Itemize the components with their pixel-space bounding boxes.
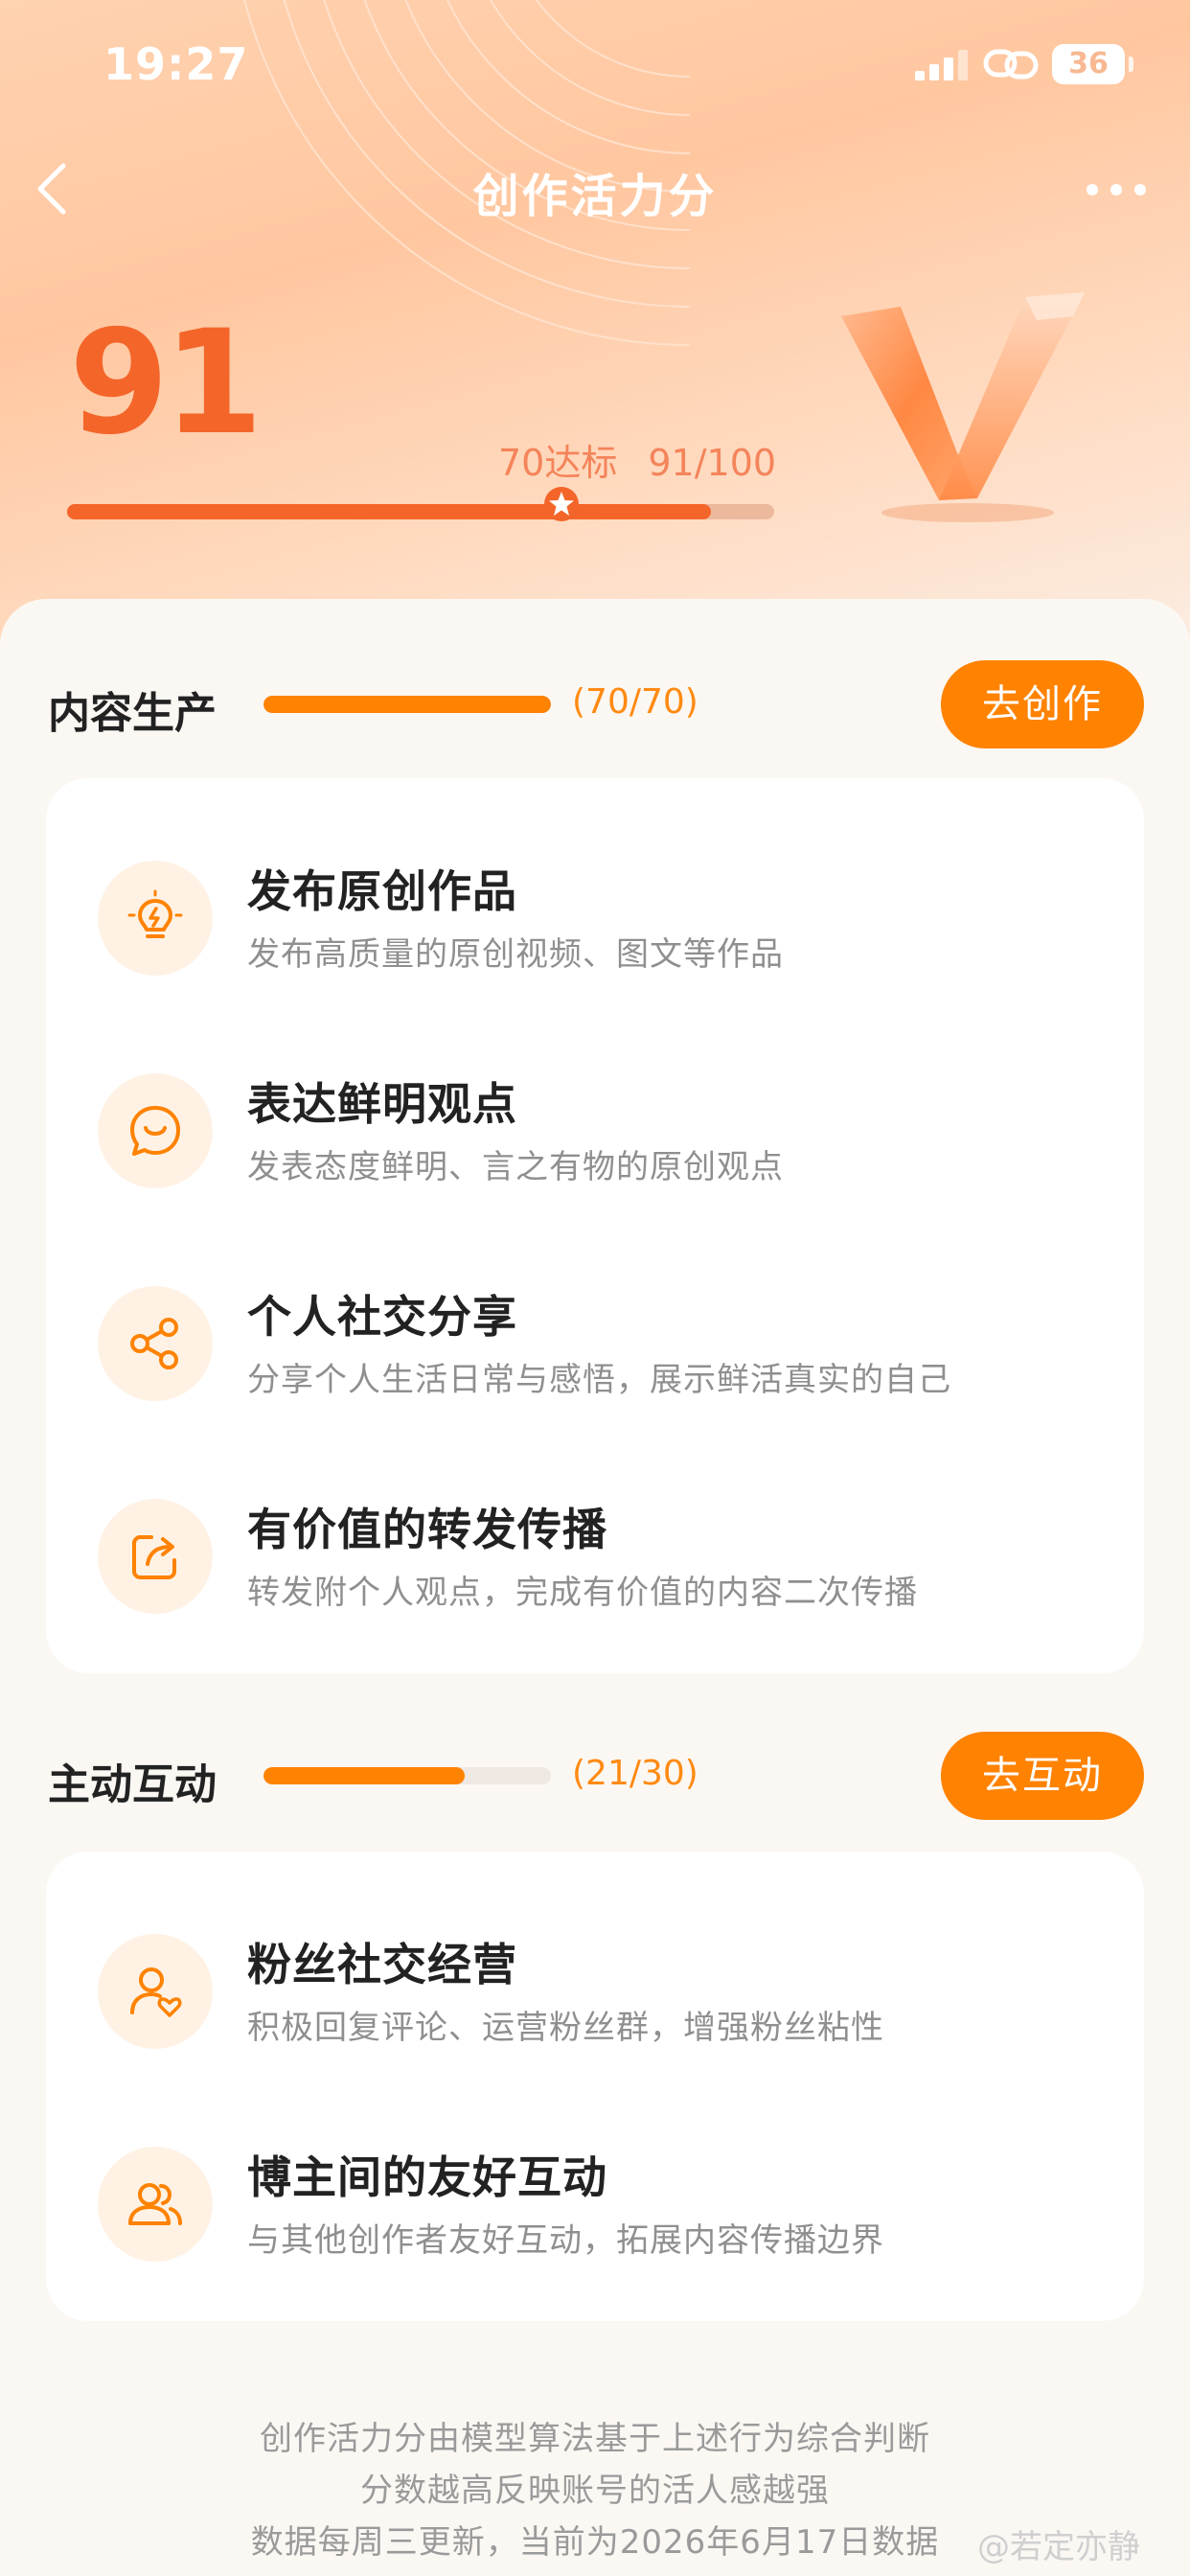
item-description: 积极回复评论、运营粉丝群，增强粉丝粘性 [247, 2009, 884, 2047]
share-icon [130, 1318, 178, 1369]
section-count-interaction: (21/30) [572, 1754, 698, 1793]
list-item[interactable]: 有价值的转发传播 转发附个人观点，完成有价值的内容二次传播 [46, 1474, 1144, 1646]
user-heart-icon [130, 1967, 182, 2017]
score-value: 91 [69, 300, 263, 467]
list-item[interactable]: 博主间的友好互动 与其他创作者友好互动，拓展内容传播边界 [46, 2122, 1144, 2294]
section-progress-interaction [263, 1767, 551, 1784]
item-description: 转发附个人观点，完成有价值的内容二次传播 [247, 1574, 918, 1612]
list-item[interactable]: 粉丝社交经营 积极回复评论、运营粉丝群，增强粉丝粘性 [46, 1909, 1144, 2082]
battery-indicator: 36 [1052, 44, 1133, 84]
page-title: 创作活力分 [472, 170, 718, 223]
go-interact-button[interactable]: 去互动 [941, 1732, 1144, 1820]
item-icon-circle [98, 1073, 213, 1188]
go-create-button[interactable]: 去创作 [941, 660, 1144, 748]
score-ratio: 91/100 [648, 442, 777, 484]
item-description: 与其他创作者友好互动，拓展内容传播边界 [247, 2221, 884, 2260]
watermark-text: @若定亦静 [977, 2528, 1140, 2566]
item-icon-circle [98, 861, 213, 976]
section-progress-fill [263, 1767, 465, 1784]
item-description: 发布高质量的原创视频、图文等作品 [247, 935, 784, 974]
item-title: 有价值的转发传播 [247, 1504, 607, 1555]
item-title: 发布原创作品 [247, 865, 517, 917]
section-progress-content [263, 696, 551, 713]
status-bar: 19:27 36 [0, 0, 1190, 125]
item-title: 博主间的友好互动 [247, 2151, 607, 2203]
item-title: 粉丝社交经营 [247, 1939, 517, 1990]
repost-icon [132, 1535, 176, 1579]
section-count-content: (70/70) [572, 682, 698, 722]
signal-icon [915, 50, 968, 80]
target-star-icon [544, 487, 579, 521]
interaction-card: 粉丝社交经营 积极回复评论、运营粉丝群，增强粉丝粘性 博主间的友好互动 与其他创… [46, 1852, 1144, 2321]
chat-smile-icon [130, 1106, 180, 1156]
item-title: 个人社交分享 [247, 1291, 517, 1343]
item-icon-circle [98, 1499, 213, 1614]
item-icon-circle [98, 2147, 213, 2262]
item-icon-circle [98, 1934, 213, 2049]
target-label: 70达标 [498, 442, 618, 484]
content-card: 发布原创作品 发布高质量的原创视频、图文等作品 表达鲜明观点 发表态度鲜明、言之… [46, 778, 1144, 1673]
v-badge-icon [841, 292, 1085, 522]
item-title: 表达鲜明观点 [247, 1078, 517, 1130]
lightbulb-icon [127, 889, 183, 938]
list-item[interactable]: 个人社交分享 分享个人生活日常与感悟，展示鲜活真实的自己 [46, 1261, 1144, 1434]
section-title-content: 内容生产 [48, 689, 217, 738]
more-icon[interactable] [1083, 180, 1150, 199]
list-item[interactable]: 表达鲜明观点 发表态度鲜明、言之有物的原创观点 [46, 1048, 1144, 1221]
list-item[interactable]: 发布原创作品 发布高质量的原创视频、图文等作品 [46, 836, 1144, 1008]
section-title-interaction: 主动互动 [48, 1760, 217, 1809]
item-description: 发表态度鲜明、言之有物的原创观点 [247, 1148, 784, 1186]
users-icon [128, 2183, 182, 2225]
score-progress-fill [67, 504, 711, 519]
score-progress-bar [67, 504, 774, 519]
section-progress-fill [263, 696, 551, 713]
footer-line: 创作活力分由模型算法基于上述行为综合判断 [260, 2420, 930, 2458]
item-icon-circle [98, 1286, 213, 1401]
status-time: 19:27 [103, 38, 249, 90]
item-description: 分享个人生活日常与感悟，展示鲜活真实的自己 [247, 1361, 951, 1399]
score-target: 70达标 91/100 [498, 433, 776, 486]
footer-line: 分数越高反映账号的活人感越强 [360, 2472, 830, 2510]
link-icon [983, 49, 1039, 80]
